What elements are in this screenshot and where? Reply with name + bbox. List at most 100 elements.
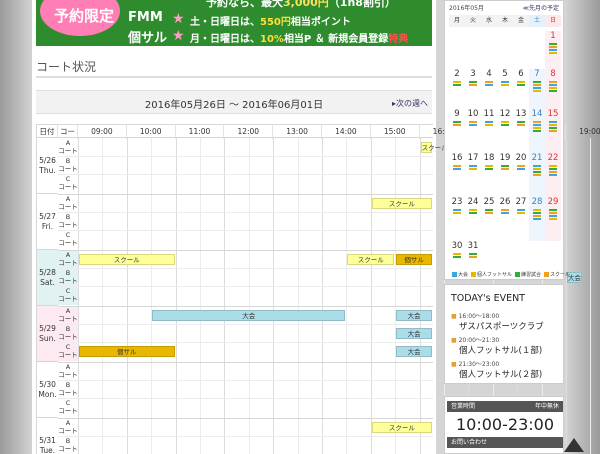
day-weekday: Thu. bbox=[39, 166, 56, 175]
calendar-day[interactable]: 19 bbox=[497, 153, 513, 197]
calendar-day-bars bbox=[469, 253, 477, 259]
day-weekday: Tue. bbox=[39, 446, 56, 454]
calendar-weekday: 木 bbox=[497, 15, 513, 27]
calendar-day[interactable]: 6 bbox=[513, 69, 529, 109]
schedule-event[interactable]: 大会 bbox=[396, 346, 432, 357]
calendar-day[interactable]: 2 bbox=[449, 69, 465, 109]
header-hour: 19:00 bbox=[566, 125, 600, 139]
court-label: A コート bbox=[58, 251, 78, 269]
calendar-day[interactable]: 10 bbox=[465, 109, 481, 153]
calendar-day-bars bbox=[517, 81, 525, 87]
legend-label: 練習試合 bbox=[521, 272, 542, 278]
calendar-day[interactable]: 17 bbox=[465, 153, 481, 197]
court-label: A コート bbox=[58, 363, 78, 381]
grid-vline bbox=[200, 138, 201, 454]
court-label: B コート bbox=[58, 269, 78, 287]
schedule-event[interactable]: 個サル bbox=[79, 346, 175, 357]
grid-vline bbox=[224, 138, 226, 454]
contact-bar[interactable]: お問い合わせ bbox=[447, 437, 563, 448]
calendar-day[interactable]: 13 bbox=[513, 109, 529, 153]
schedule-event[interactable]: スクール bbox=[347, 254, 395, 265]
calendar-day[interactable]: 24 bbox=[465, 197, 481, 241]
court-label: B コート bbox=[58, 157, 78, 175]
promo-banner[interactable]: 予約なら、最大3,000円（1h8割引） 予約限定 FMM ★ 土・日曜日は、5… bbox=[36, 0, 432, 46]
grid-vline bbox=[248, 138, 250, 454]
calendar-day-bars bbox=[549, 209, 557, 221]
calendar-day-bars bbox=[517, 209, 525, 215]
calendar-day[interactable]: 18 bbox=[481, 153, 497, 197]
schedule-event[interactable]: スクール bbox=[371, 198, 432, 209]
today-event-item[interactable]: ■ 21:30～23:00 個人フットサル(２部) bbox=[451, 359, 561, 380]
calendar-day[interactable]: 27 bbox=[513, 197, 529, 241]
calendar-day[interactable]: 11 bbox=[481, 109, 497, 153]
calendar-day-bars bbox=[485, 165, 493, 171]
legend-swatch bbox=[544, 272, 550, 277]
reservation-badge: 予約限定 bbox=[40, 0, 120, 36]
calendar-day[interactable]: 16 bbox=[449, 153, 465, 197]
calendar-day[interactable]: 20 bbox=[513, 153, 529, 197]
star-icon: ★ bbox=[172, 28, 185, 44]
mini-calendar: 2016年05月 ≪先月の予定 大会 個人フットサル 練習試合 スクール 月火水木金土… bbox=[444, 0, 570, 280]
day-label: 5/27 Fri. bbox=[37, 194, 58, 250]
schedule-event[interactable]: スクール bbox=[420, 142, 448, 153]
calendar-day-bars bbox=[501, 209, 509, 215]
left-background bbox=[0, 0, 32, 454]
calendar-day-bars bbox=[453, 81, 461, 87]
day-label: 5/28 Sat. bbox=[37, 250, 58, 306]
scroll-top-icon[interactable] bbox=[564, 438, 584, 452]
schedule-event[interactable]: スクール bbox=[79, 254, 175, 265]
calendar-day[interactable]: 5 bbox=[497, 69, 513, 109]
calendar-day[interactable]: 4 bbox=[481, 69, 497, 109]
calendar-day-bars bbox=[517, 165, 525, 171]
calendar-day-bars bbox=[533, 209, 541, 221]
today-event-item[interactable]: ■ 20:00～21:30 個人フットサル(１部) bbox=[451, 335, 561, 356]
legend-swatch bbox=[452, 272, 457, 277]
page: 予約なら、最大3,000円（1h8割引） 予約限定 FMM ★ 土・日曜日は、5… bbox=[0, 0, 600, 454]
grid-vline bbox=[346, 138, 348, 454]
day-label: 5/26 Thu. bbox=[37, 138, 58, 194]
header-hour: 10:00 bbox=[127, 125, 176, 139]
court-label: B コート bbox=[58, 213, 78, 231]
schedule-event[interactable]: スクール bbox=[371, 422, 432, 433]
calendar-day-bars bbox=[453, 165, 461, 171]
prev-month-link[interactable]: ≪先月の予定 bbox=[523, 3, 559, 12]
day-date: 5/27 bbox=[39, 212, 56, 221]
legend-swatch bbox=[471, 272, 477, 277]
court-row-line bbox=[58, 324, 433, 325]
promo-row-fmm: FMM ★ 土・日曜日は、550円相当ポイント bbox=[128, 10, 351, 28]
today-event-item[interactable]: ■ 16:00～18:00 ザスパスポーツクラブ bbox=[451, 311, 561, 332]
calendar-day[interactable]: 25 bbox=[481, 197, 497, 241]
calendar-day[interactable]: 12 bbox=[497, 109, 513, 153]
calendar-day[interactable]: 9 bbox=[449, 109, 465, 153]
schedule-event[interactable]: 個サル bbox=[396, 254, 432, 265]
day-divider bbox=[37, 418, 433, 419]
schedule-event[interactable]: 大会 bbox=[152, 310, 346, 321]
day-date: 5/31 bbox=[39, 436, 56, 445]
next-week-link[interactable]: ▸次の週へ bbox=[392, 98, 428, 109]
header-hour: 15:00 bbox=[371, 125, 420, 139]
calendar-day-bars bbox=[485, 81, 493, 87]
main-content: 予約なら、最大3,000円（1h8割引） 予約限定 FMM ★ 土・日曜日は、5… bbox=[32, 0, 600, 454]
day-weekday: Fri. bbox=[41, 222, 54, 231]
calendar-day[interactable]: 26 bbox=[497, 197, 513, 241]
calendar-day-bars bbox=[549, 165, 557, 177]
calendar-day-bars bbox=[453, 121, 461, 127]
hours-label-bar: 営業時間 年中無休 bbox=[447, 401, 563, 412]
date-range: 2016年05月26日 ～ 2016年06月01日 bbox=[144, 100, 324, 111]
grid-vline bbox=[151, 138, 153, 454]
header-hour: 14:00 bbox=[322, 125, 371, 139]
calendar-day[interactable]: 23 bbox=[449, 197, 465, 241]
day-date: 5/26 bbox=[39, 156, 56, 165]
day-date: 5/30 bbox=[39, 380, 56, 389]
day-divider bbox=[37, 306, 433, 307]
grid-vline bbox=[419, 138, 421, 454]
calendar-day-bars bbox=[533, 121, 541, 133]
schedule-event[interactable]: 大会 bbox=[396, 310, 432, 321]
calendar-day-bars bbox=[533, 165, 541, 177]
court-schedule-grid: 日付コート09:0010:0011:0012:0013:0014:0015:00… bbox=[36, 124, 600, 454]
schedule-event[interactable]: 大会 bbox=[396, 328, 432, 339]
grid-header: 日付コート09:0010:0011:0012:0013:0014:0015:00… bbox=[37, 124, 600, 150]
calendar-weekday: 金 bbox=[513, 15, 529, 27]
calendar-day[interactable]: 3 bbox=[465, 69, 481, 109]
banner-top-text: 予約なら、最大3,000円（1h8割引） bbox=[206, 0, 396, 9]
